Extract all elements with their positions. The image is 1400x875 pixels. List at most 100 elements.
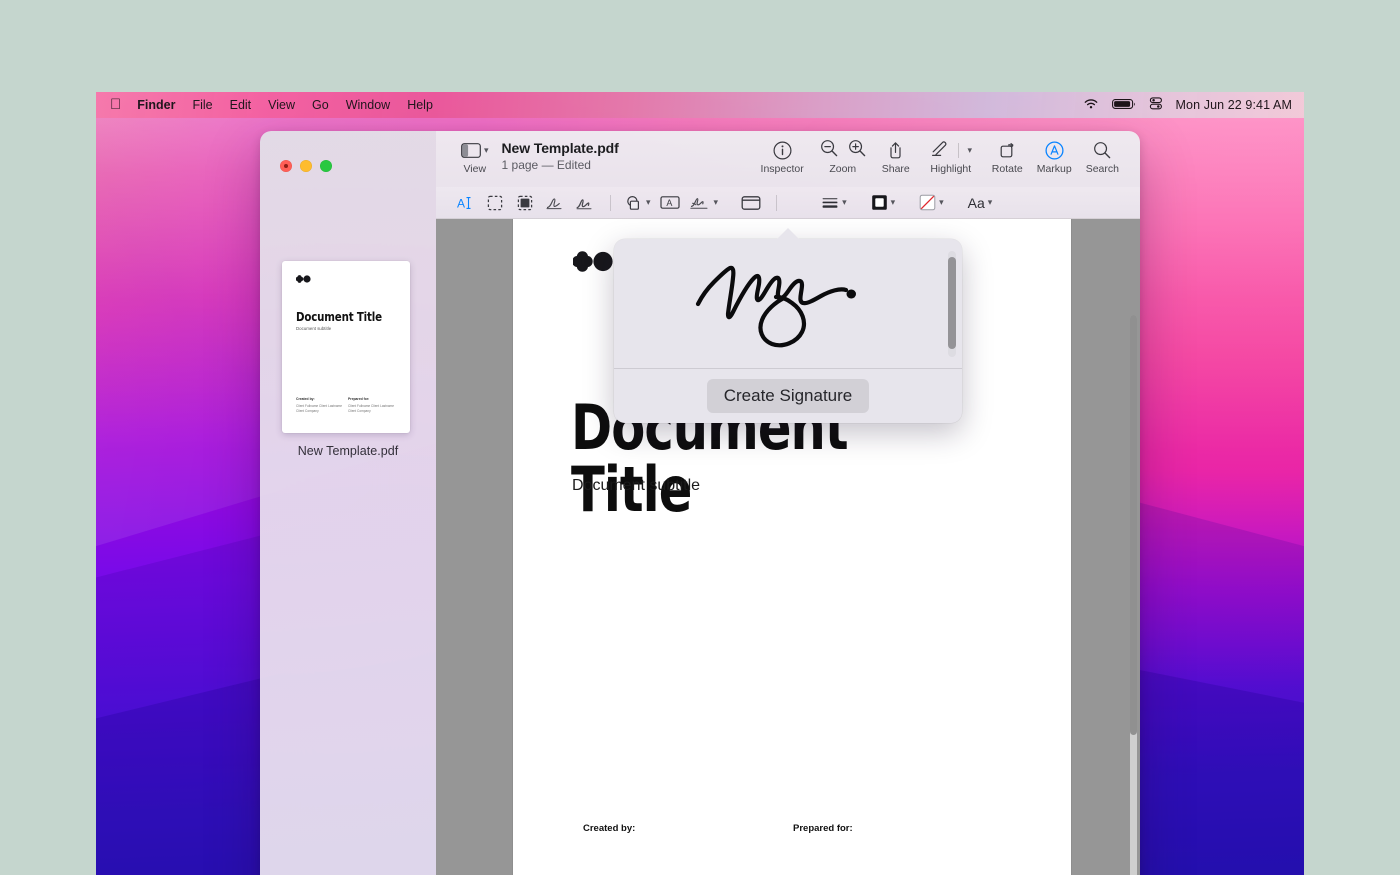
zoom-label: Zoom — [829, 163, 857, 175]
highlight-divider — [957, 142, 959, 158]
share-icon — [887, 139, 904, 161]
clover-and-dot-logo-icon — [573, 251, 613, 272]
page-prepared-for-label: Prepared for: — [793, 823, 853, 834]
thumbnail-sidebar: Document Title Document subtitle Created… — [260, 131, 436, 875]
view-label: View — [463, 163, 487, 175]
chevron-down-icon[interactable]: ▾ — [842, 197, 847, 208]
vertical-scrollbar[interactable] — [1130, 315, 1137, 875]
shapes-tool[interactable]: ▾ — [621, 191, 655, 215]
menu-bar-clock[interactable]: Mon Jun 22 9:41 AM — [1176, 98, 1292, 112]
thumbnail-file-label: New Template.pdf — [297, 444, 399, 458]
view-button[interactable]: ▾ View — [454, 139, 496, 175]
rotate-button[interactable]: Rotate — [985, 139, 1030, 175]
highlight-icon-group: ▾ — [930, 138, 973, 162]
search-icon — [1093, 139, 1111, 161]
popover-scrollbar[interactable] — [948, 251, 956, 357]
markup-divider-one — [610, 191, 611, 215]
thumbnail-prepared-for-value: Client Fullname Client Lastname Client C… — [348, 404, 395, 413]
page-created-by-label: Created by: — [583, 823, 636, 834]
chevron-down-icon[interactable]: ▾ — [714, 197, 719, 208]
draw-tool[interactable] — [570, 191, 600, 215]
menu-bar-status-area: Mon Jun 22 9:41 AM — [1083, 97, 1292, 113]
page-prepared-for-column: Prepared for: — [793, 823, 1003, 834]
thumbnail-created-by-value: Client Fullname Client Lastname Client C… — [296, 404, 343, 413]
page-thumbnail-wrapper[interactable]: Document Title Document subtitle Created… — [282, 261, 414, 458]
menu-item-view[interactable]: View — [268, 98, 295, 112]
menu-item-help[interactable]: Help — [407, 98, 433, 112]
menu-item-finder[interactable]: Finder — [137, 98, 175, 112]
zoom-button[interactable] — [320, 160, 332, 172]
battery-icon[interactable] — [1111, 98, 1136, 113]
clover-and-dot-logo-icon — [296, 275, 311, 283]
popover-button-row: Create Signature — [614, 369, 962, 423]
sidebar-toggle-icon: ▾ — [461, 139, 489, 161]
window-traffic-lights — [280, 160, 332, 172]
info-circle-icon — [773, 139, 792, 161]
zoom-controls[interactable]: Zoom — [811, 139, 875, 175]
chevron-down-icon[interactable]: ▾ — [988, 197, 993, 208]
chevron-down-icon[interactable]: ▾ — [939, 197, 944, 208]
highlight-pen-icon[interactable] — [930, 138, 949, 162]
document-title-block: New Template.pdf 1 page — Edited — [502, 139, 619, 172]
fill-color-tool[interactable]: ▾ — [915, 191, 948, 215]
document-subtitle: 1 page — Edited — [501, 158, 591, 172]
thumbnail-title: Document Title — [296, 309, 382, 324]
handwritten-signature-icon[interactable] — [688, 246, 888, 361]
inspector-button[interactable]: Inspector — [754, 139, 811, 175]
minimize-button[interactable] — [300, 160, 312, 172]
zoom-in-icon[interactable] — [848, 139, 866, 162]
scrollbar-thumb[interactable] — [1130, 315, 1137, 735]
signature-popover: Create Signature — [614, 228, 962, 423]
text-style-tool[interactable]: Aa ▾ — [964, 191, 997, 215]
note-tool[interactable] — [736, 191, 766, 215]
page-thumbnail[interactable]: Document Title Document subtitle Created… — [282, 261, 410, 433]
text-select-tool[interactable]: A — [450, 191, 480, 215]
highlight-label: Highlight — [930, 163, 972, 175]
chevron-down-icon[interactable]: ▾ — [891, 197, 896, 208]
preview-toolbar: ▾ View New Template.pdf 1 page — Edited … — [436, 131, 1140, 187]
search-label: Search — [1085, 163, 1119, 175]
search-button[interactable]: Search — [1079, 139, 1126, 175]
menu-item-go[interactable]: Go — [312, 98, 329, 112]
wifi-icon[interactable] — [1083, 98, 1099, 113]
create-signature-button[interactable]: Create Signature — [706, 379, 870, 413]
close-button[interactable] — [280, 160, 292, 172]
sketch-tool[interactable] — [540, 191, 570, 215]
document-title: New Template.pdf — [501, 140, 619, 156]
markup-label: Markup — [1036, 163, 1072, 175]
apple-logo-icon[interactable]:  — [110, 97, 121, 112]
text-style-label: Aa — [967, 194, 985, 211]
rotate-icon — [998, 139, 1017, 161]
text-tool[interactable]: A — [655, 191, 685, 215]
chevron-down-icon: ▾ — [484, 144, 489, 155]
menu-bar:  Finder File Edit View Go Window Help — [96, 92, 1304, 118]
chevron-down-icon[interactable]: ▾ — [968, 145, 973, 156]
menu-item-window[interactable]: Window — [346, 98, 390, 112]
svg-text:A: A — [457, 196, 465, 210]
page-created-by-column: Created by: — [583, 823, 793, 834]
svg-text:A: A — [666, 198, 672, 208]
thumbnail-created-by-column: Created by: Client Fullname Client Lastn… — [296, 397, 348, 414]
rectangular-select-tool[interactable] — [480, 191, 510, 215]
control-center-icon[interactable] — [1149, 97, 1163, 113]
highlight-button[interactable]: ▾ Highlight — [917, 139, 985, 175]
rotate-label: Rotate — [991, 163, 1023, 175]
zoom-out-icon[interactable] — [820, 139, 838, 162]
thumbnail-prepared-for-column: Prepared for: Client Fullname Client Las… — [348, 397, 400, 414]
page-columns: Created by: Prepared for: — [583, 823, 1003, 834]
border-color-tool[interactable]: ▾ — [867, 191, 900, 215]
sign-tool[interactable]: ▾ — [685, 191, 723, 215]
share-label: Share — [881, 163, 910, 175]
markup-button[interactable]: Markup — [1030, 139, 1079, 175]
markup-divider-two — [776, 191, 778, 215]
chevron-down-icon[interactable]: ▾ — [646, 197, 651, 208]
instant-alpha-tool[interactable] — [510, 191, 540, 215]
popover-scrollbar-thumb[interactable] — [948, 257, 956, 349]
markup-icon — [1045, 139, 1064, 161]
inspector-label: Inspector — [760, 163, 804, 175]
menu-item-edit[interactable]: Edit — [230, 98, 252, 112]
signature-preview-area[interactable] — [614, 239, 962, 369]
share-button[interactable]: Share — [875, 139, 917, 175]
menu-item-file[interactable]: File — [192, 98, 212, 112]
border-style-tool[interactable]: ▾ — [817, 191, 851, 215]
